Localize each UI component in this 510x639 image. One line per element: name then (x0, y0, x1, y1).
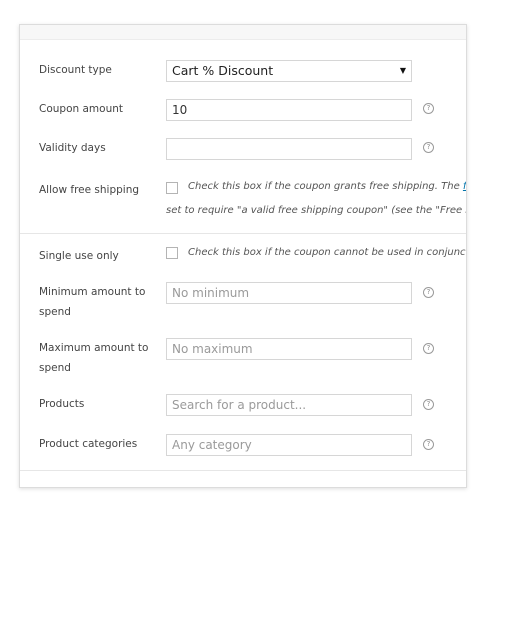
validity-days-label: Validity days (39, 142, 106, 154)
bottom-divider (20, 470, 466, 471)
validity-days-input[interactable] (166, 138, 412, 160)
products-search-input[interactable]: Search for a product... (166, 394, 412, 416)
dropdown-arrow-icon: ▼ (399, 66, 406, 75)
free-shipping-desc-text: Check this box if the coupon grants free… (188, 181, 463, 192)
question-circle-icon[interactable]: ? (423, 439, 434, 450)
minimum-amount-label-line1: Minimum amount to (39, 286, 146, 298)
discount-type-value: Cart % Discount (172, 63, 274, 78)
coupon-amount-label: Coupon amount (39, 103, 124, 115)
maximum-amount-label-line2: spend (39, 362, 71, 374)
discount-type-select[interactable]: Cart % Discount ▼ (166, 60, 412, 82)
product-categories-label: Product categories (39, 438, 138, 450)
single-use-label: Single use only (39, 250, 119, 262)
minimum-amount-label: Minimum amount to spend (39, 282, 154, 322)
question-circle-icon[interactable]: ? (423, 103, 434, 114)
question-circle-icon[interactable]: ? (423, 399, 434, 410)
products-label: Products (39, 398, 85, 410)
free-shipping-description: Check this box if the coupon grants free… (188, 181, 466, 192)
coupon-settings-panel: Discount type Cart % Discount ▼ Coupon a… (19, 24, 467, 488)
single-use-description: Check this box if the coupon cannot be u… (188, 247, 467, 258)
free-shipping-label: Allow free shipping (39, 184, 140, 196)
section-divider (20, 233, 466, 234)
question-circle-icon[interactable]: ? (423, 142, 434, 153)
minimum-amount-input[interactable]: No minimum (166, 282, 412, 304)
product-categories-input[interactable]: Any category (166, 434, 412, 456)
discount-type-label: Discount type (39, 64, 112, 76)
maximum-amount-input[interactable]: No maximum (166, 338, 412, 360)
free-shipping-checkbox[interactable] (166, 182, 178, 194)
single-use-checkbox[interactable] (166, 247, 178, 259)
maximum-amount-label: Maximum amount to spend (39, 338, 154, 378)
maximum-amount-label-line1: Maximum amount to (39, 342, 149, 354)
panel-header-bar (20, 25, 466, 40)
coupon-amount-input[interactable]: 10 (166, 99, 412, 121)
free-shipping-link[interactable]: fre (463, 181, 466, 192)
free-shipping-description-line2: set to require "a valid free shipping co… (166, 205, 467, 216)
question-circle-icon[interactable]: ? (423, 287, 434, 298)
minimum-amount-label-line2: spend (39, 306, 71, 318)
question-circle-icon[interactable]: ? (423, 343, 434, 354)
